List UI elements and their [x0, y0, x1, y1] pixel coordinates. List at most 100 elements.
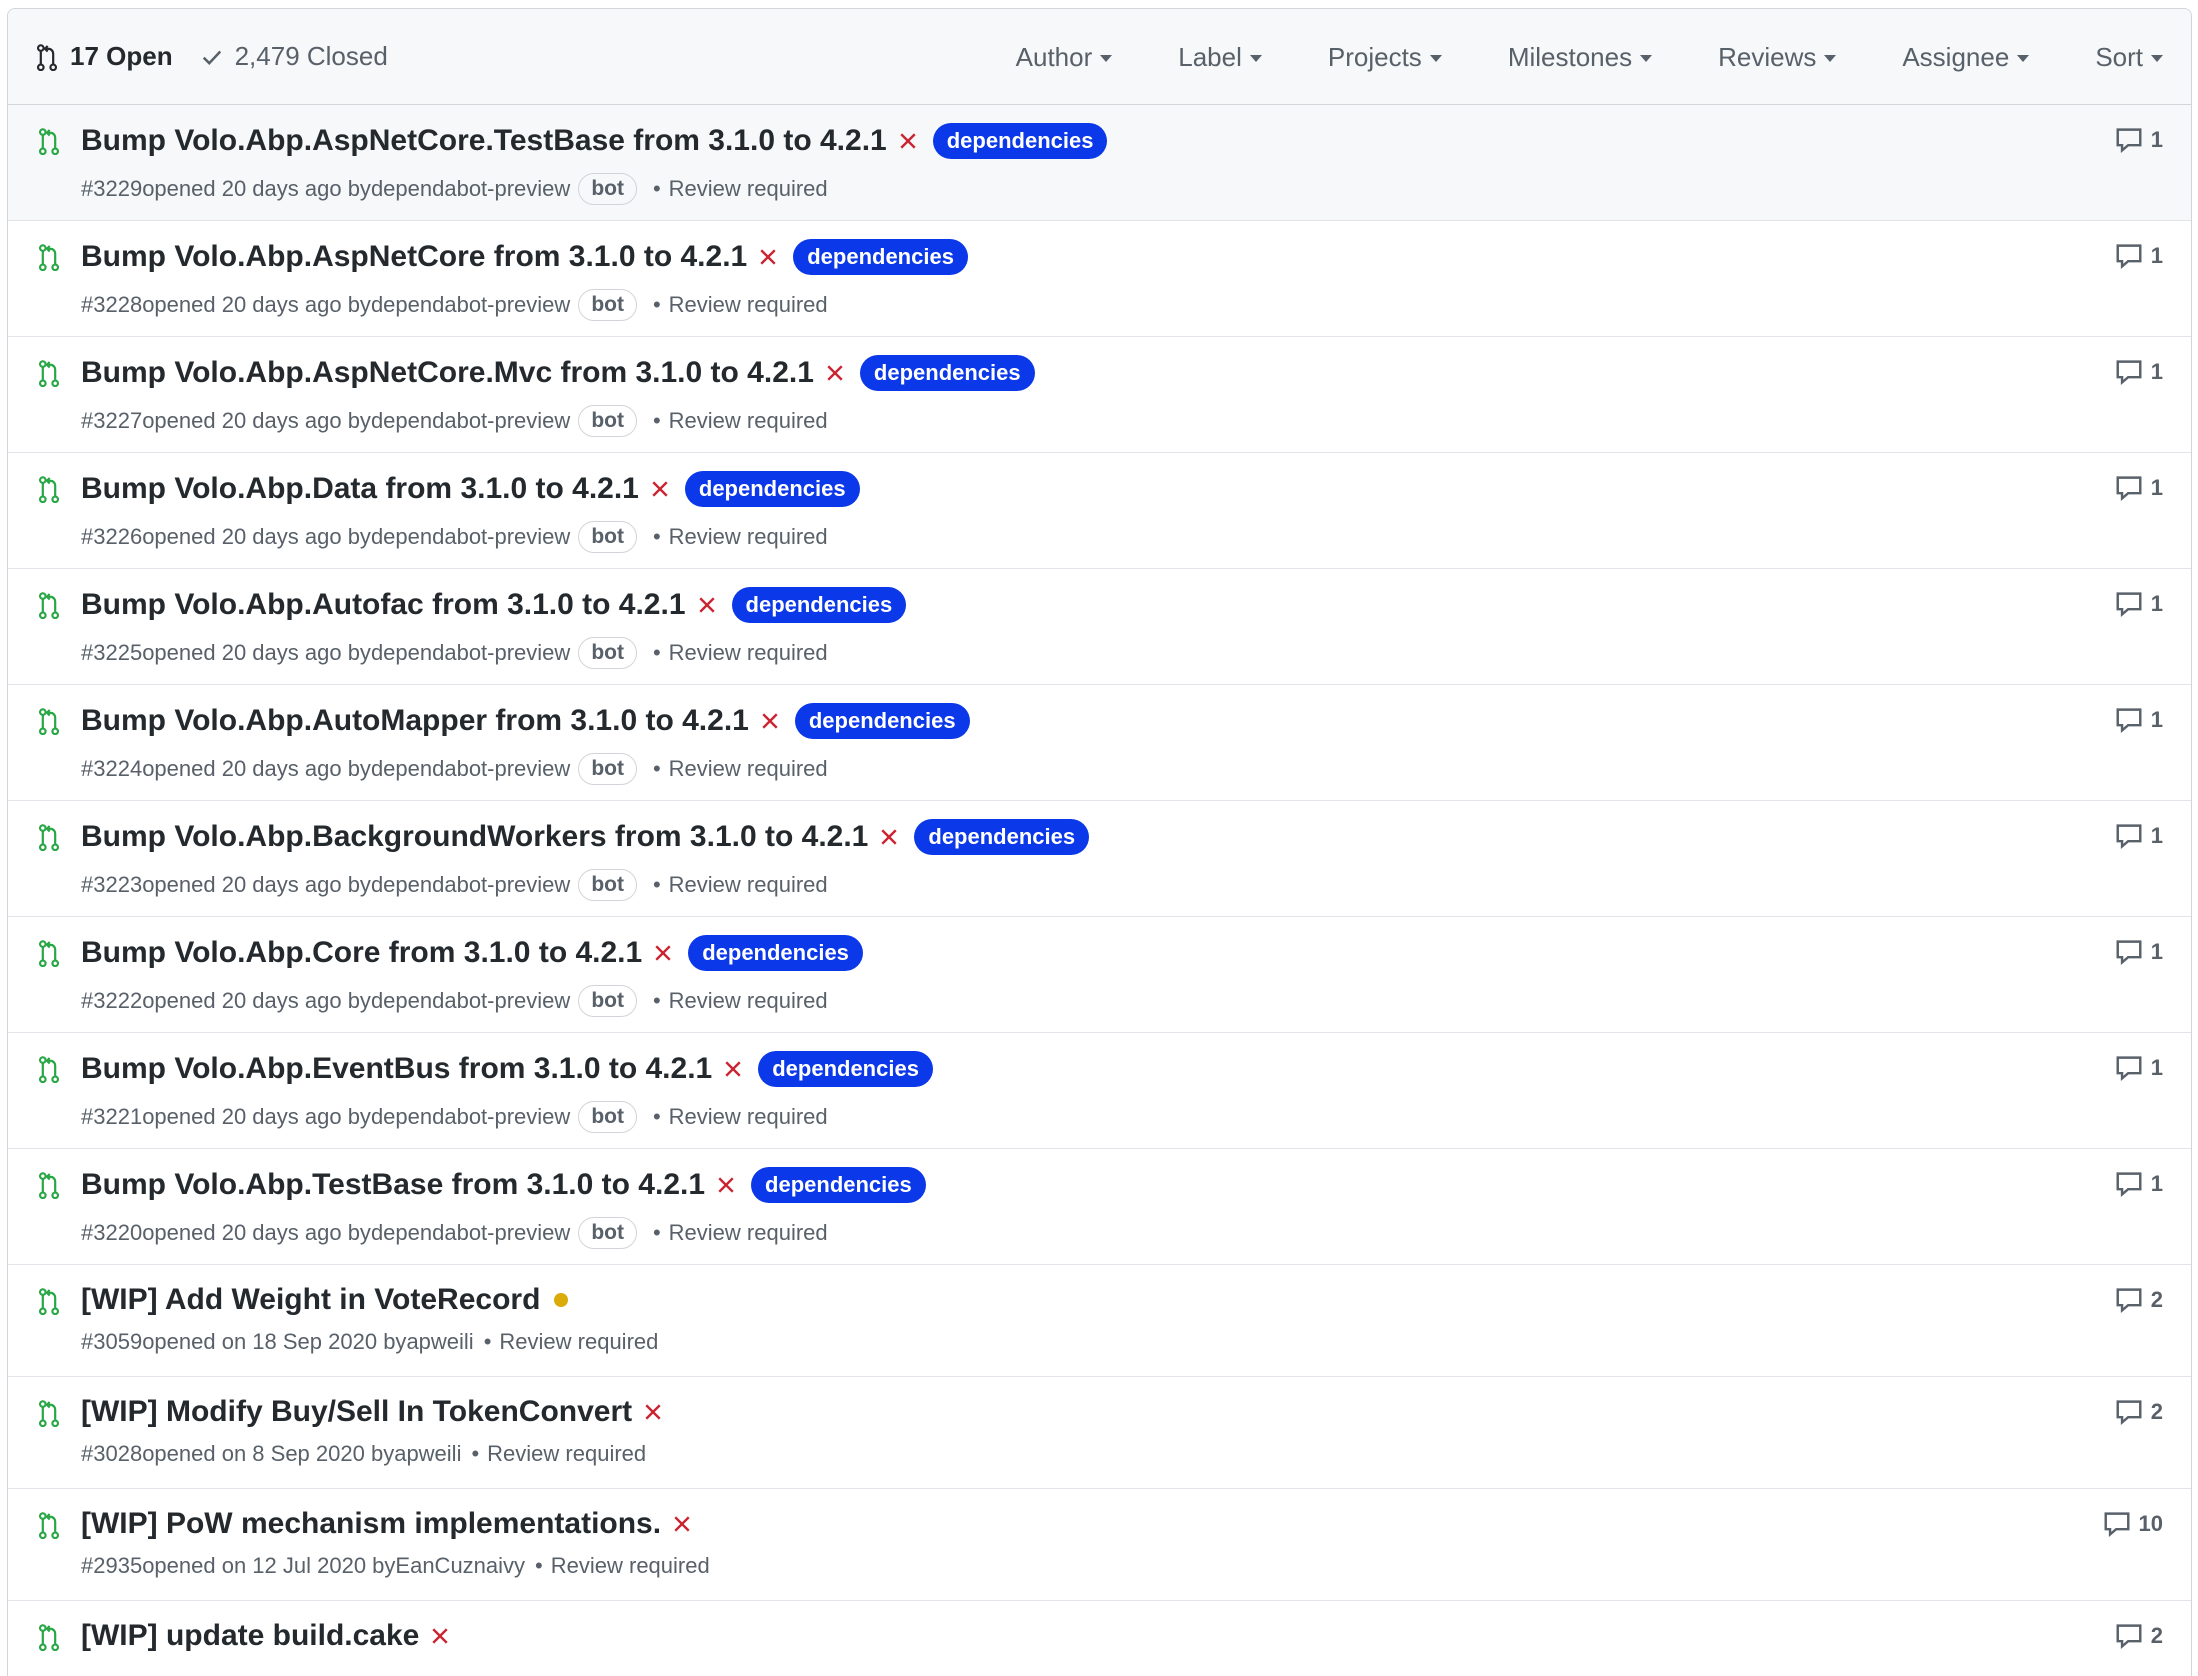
- author-link[interactable]: dependabot-preview: [371, 408, 570, 434]
- review-status[interactable]: Review required: [669, 1220, 828, 1246]
- failure-x-icon[interactable]: [761, 712, 779, 730]
- failure-x-icon[interactable]: [899, 132, 917, 150]
- comments-link[interactable]: 2: [2115, 1623, 2163, 1649]
- review-status[interactable]: Review required: [669, 988, 828, 1014]
- pull-request-title-link[interactable]: Bump Volo.Abp.AspNetCore.TestBase from 3…: [81, 124, 887, 158]
- review-status[interactable]: Review required: [669, 872, 828, 898]
- pull-request-title-link[interactable]: Bump Volo.Abp.BackgroundWorkers from 3.1…: [81, 820, 868, 854]
- review-status[interactable]: Review required: [669, 756, 828, 782]
- review-status[interactable]: Review required: [669, 640, 828, 666]
- failure-x-icon[interactable]: [759, 248, 777, 266]
- author-link[interactable]: dependabot-preview: [371, 524, 570, 550]
- author-filter[interactable]: Author: [1016, 42, 1113, 73]
- author-link[interactable]: dependabot-preview: [371, 176, 570, 202]
- pull-request-row[interactable]: Bump Volo.Abp.TestBase from 3.1.0 to 4.2…: [8, 1149, 2191, 1265]
- pull-request-title-link[interactable]: Bump Volo.Abp.TestBase from 3.1.0 to 4.2…: [81, 1168, 705, 1202]
- author-link[interactable]: dependabot-preview: [371, 1220, 570, 1246]
- comments-link[interactable]: 1: [2115, 127, 2163, 153]
- dependencies-label[interactable]: dependencies: [731, 587, 907, 623]
- pull-request-title-link[interactable]: Bump Volo.Abp.EventBus from 3.1.0 to 4.2…: [81, 1052, 712, 1086]
- dependencies-label[interactable]: dependencies: [794, 703, 970, 739]
- failure-x-icon[interactable]: [651, 480, 669, 498]
- comments-link[interactable]: 1: [2115, 823, 2163, 849]
- failure-x-icon[interactable]: [880, 828, 898, 846]
- pull-request-title-link[interactable]: [WIP] update build.cake: [81, 1619, 419, 1653]
- comments-link[interactable]: 1: [2115, 939, 2163, 965]
- pending-dot-icon[interactable]: [554, 1293, 569, 1307]
- pull-request-title-link[interactable]: Bump Volo.Abp.AspNetCore from 3.1.0 to 4…: [81, 240, 747, 274]
- review-status[interactable]: Review required: [487, 1441, 646, 1467]
- review-status[interactable]: Review required: [499, 1329, 658, 1355]
- dependencies-label[interactable]: dependencies: [859, 355, 1035, 391]
- pull-request-row[interactable]: Bump Volo.Abp.Data from 3.1.0 to 4.2.1 d…: [8, 453, 2191, 569]
- failure-x-icon[interactable]: [826, 364, 844, 382]
- author-link[interactable]: dependabot-preview: [371, 988, 570, 1014]
- failure-x-icon[interactable]: [431, 1627, 449, 1645]
- comments-link[interactable]: 1: [2115, 475, 2163, 501]
- comments-link[interactable]: 1: [2115, 1055, 2163, 1081]
- pull-request-row[interactable]: [WIP] Modify Buy/Sell In TokenConvert #3…: [8, 1377, 2191, 1489]
- pull-request-title-link[interactable]: Bump Volo.Abp.AspNetCore.Mvc from 3.1.0 …: [81, 356, 814, 390]
- failure-x-icon[interactable]: [644, 1403, 662, 1421]
- milestones-filter[interactable]: Milestones: [1508, 42, 1653, 73]
- pull-request-row[interactable]: Bump Volo.Abp.AspNetCore.Mvc from 3.1.0 …: [8, 337, 2191, 453]
- author-link[interactable]: EanCuznaivy: [395, 1553, 525, 1579]
- dependencies-label[interactable]: dependencies: [914, 819, 1090, 855]
- pull-request-title-link[interactable]: [WIP] Modify Buy/Sell In TokenConvert: [81, 1395, 632, 1429]
- pull-request-row[interactable]: [WIP] Add Weight in VoteRecord #3059 ope…: [8, 1265, 2191, 1377]
- author-link[interactable]: apweili: [394, 1441, 461, 1467]
- reviews-filter[interactable]: Reviews: [1718, 42, 1837, 73]
- author-link[interactable]: dependabot-preview: [371, 1104, 570, 1130]
- comments-link[interactable]: 1: [2115, 591, 2163, 617]
- closed-filter-link[interactable]: 2,479 Closed: [201, 41, 388, 72]
- comments-link[interactable]: 10: [2103, 1511, 2163, 1537]
- projects-filter[interactable]: Projects: [1328, 42, 1442, 73]
- failure-x-icon[interactable]: [654, 944, 672, 962]
- comments-link[interactable]: 1: [2115, 359, 2163, 385]
- comments-link[interactable]: 1: [2115, 1171, 2163, 1197]
- pull-request-title-link[interactable]: Bump Volo.Abp.Core from 3.1.0 to 4.2.1: [81, 936, 642, 970]
- review-status[interactable]: Review required: [551, 1553, 710, 1579]
- dependencies-label[interactable]: dependencies: [932, 123, 1108, 159]
- dependencies-label[interactable]: dependencies: [751, 1167, 926, 1203]
- review-status[interactable]: Review required: [669, 408, 828, 434]
- pull-request-row[interactable]: Bump Volo.Abp.Autofac from 3.1.0 to 4.2.…: [8, 569, 2191, 685]
- failure-x-icon[interactable]: [724, 1060, 742, 1078]
- label-filter[interactable]: Label: [1178, 42, 1262, 73]
- assignee-filter[interactable]: Assignee: [1902, 42, 2030, 73]
- pull-request-row[interactable]: Bump Volo.Abp.AspNetCore.TestBase from 3…: [8, 105, 2191, 221]
- pull-request-row[interactable]: [WIP] PoW mechanism implementations. #29…: [8, 1489, 2191, 1601]
- pull-request-row[interactable]: Bump Volo.Abp.EventBus from 3.1.0 to 4.2…: [8, 1033, 2191, 1149]
- failure-x-icon[interactable]: [717, 1176, 735, 1194]
- dependencies-label[interactable]: dependencies: [758, 1051, 933, 1087]
- pull-request-row[interactable]: Bump Volo.Abp.BackgroundWorkers from 3.1…: [8, 801, 2191, 917]
- review-status[interactable]: Review required: [669, 524, 828, 550]
- dependencies-label[interactable]: dependencies: [793, 239, 968, 275]
- comments-link[interactable]: 2: [2115, 1287, 2163, 1313]
- pull-request-title-link[interactable]: Bump Volo.Abp.AutoMapper from 3.1.0 to 4…: [81, 704, 749, 738]
- pull-request-row[interactable]: Bump Volo.Abp.Core from 3.1.0 to 4.2.1 d…: [8, 917, 2191, 1033]
- pull-request-title-link[interactable]: [WIP] PoW mechanism implementations.: [81, 1507, 661, 1541]
- pull-request-row[interactable]: [WIP] update build.cake 2: [8, 1601, 2191, 1676]
- review-status[interactable]: Review required: [669, 1104, 828, 1130]
- comments-link[interactable]: 1: [2115, 707, 2163, 733]
- comments-link[interactable]: 1: [2115, 243, 2163, 269]
- pull-request-title-link[interactable]: Bump Volo.Abp.Autofac from 3.1.0 to 4.2.…: [81, 588, 686, 622]
- comments-link[interactable]: 2: [2115, 1399, 2163, 1425]
- pull-request-title-link[interactable]: Bump Volo.Abp.Data from 3.1.0 to 4.2.1: [81, 472, 639, 506]
- pull-request-row[interactable]: Bump Volo.Abp.AspNetCore from 3.1.0 to 4…: [8, 221, 2191, 337]
- failure-x-icon[interactable]: [673, 1515, 691, 1533]
- open-filter-link[interactable]: 17 Open: [36, 41, 173, 72]
- pull-request-title-link[interactable]: [WIP] Add Weight in VoteRecord: [81, 1283, 540, 1317]
- sort-filter[interactable]: Sort: [2095, 42, 2163, 73]
- dependencies-label[interactable]: dependencies: [688, 935, 863, 971]
- review-status[interactable]: Review required: [669, 176, 828, 202]
- author-link[interactable]: dependabot-preview: [371, 292, 570, 318]
- author-link[interactable]: apweili: [406, 1329, 473, 1355]
- review-status[interactable]: Review required: [669, 292, 828, 318]
- dependencies-label[interactable]: dependencies: [684, 471, 860, 507]
- author-link[interactable]: dependabot-preview: [371, 872, 570, 898]
- failure-x-icon[interactable]: [698, 596, 716, 614]
- author-link[interactable]: dependabot-preview: [371, 640, 570, 666]
- author-link[interactable]: dependabot-preview: [371, 756, 570, 782]
